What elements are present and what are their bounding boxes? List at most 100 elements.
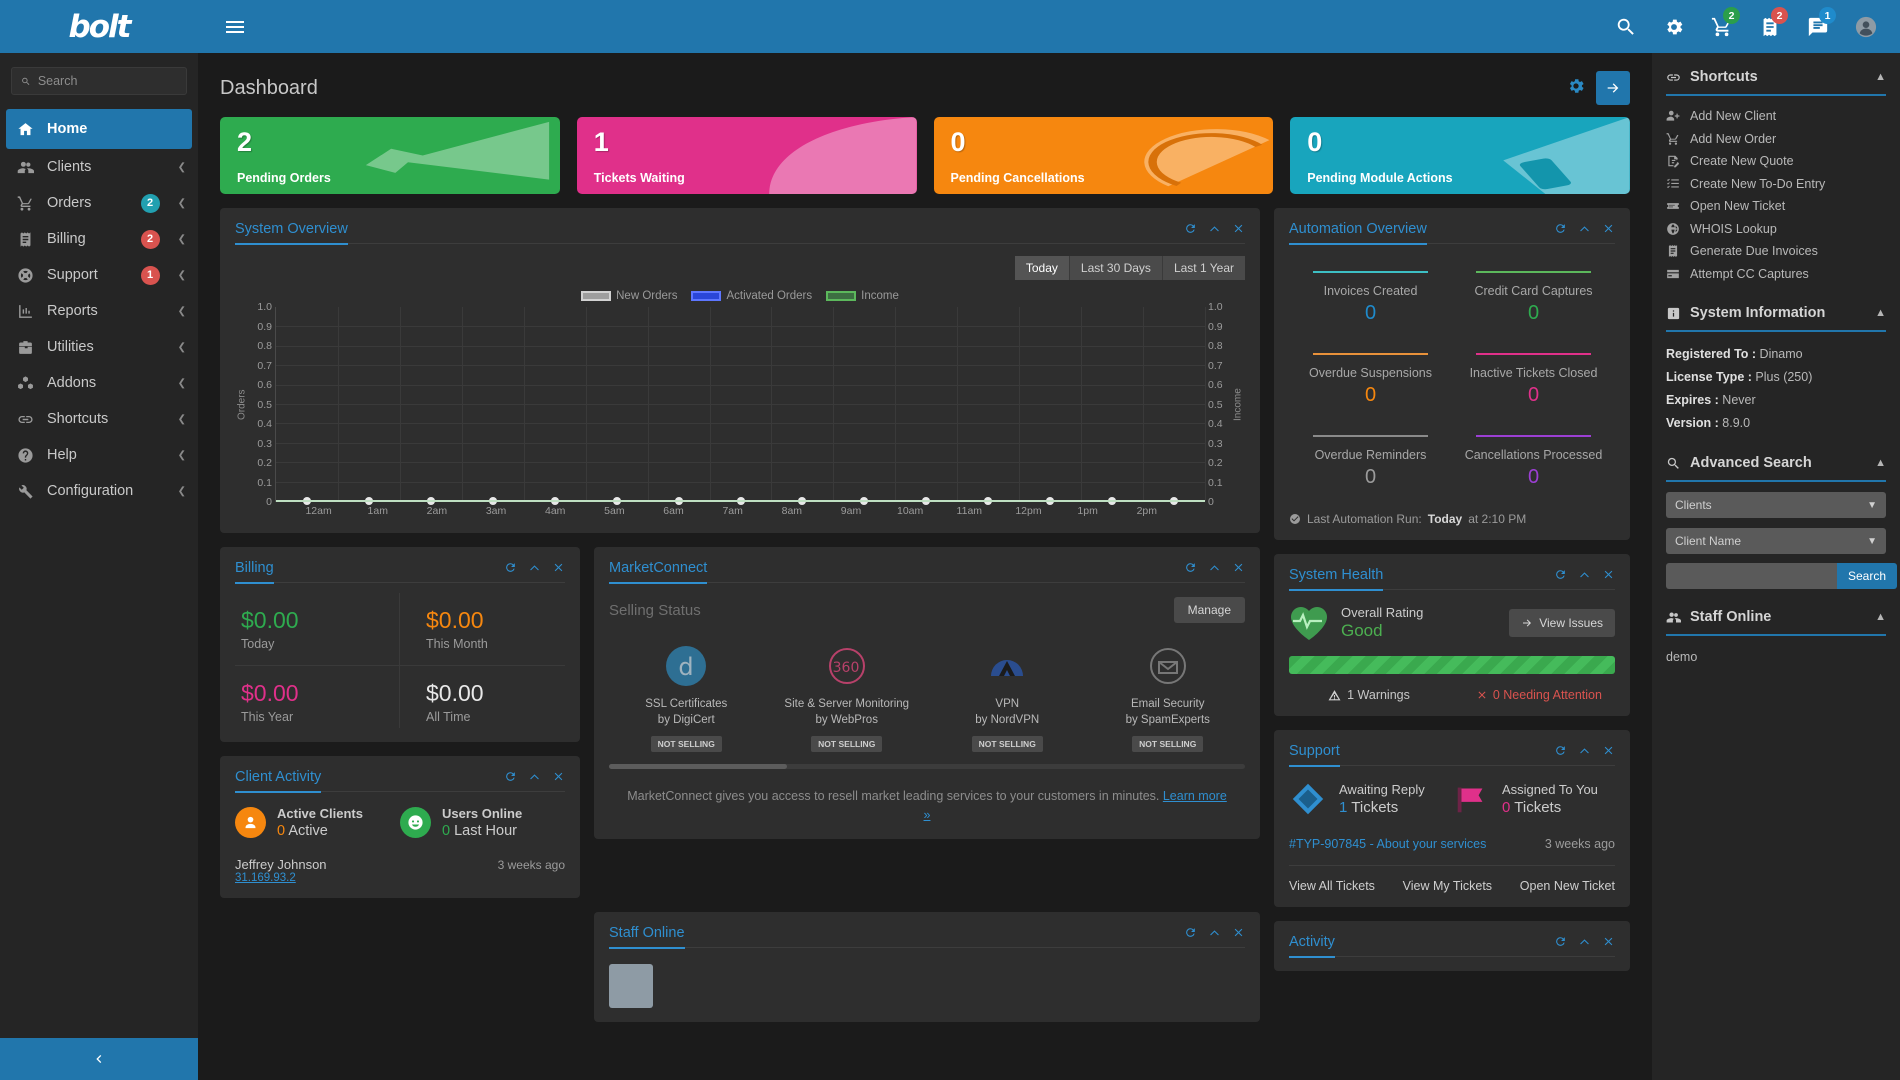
refresh-icon[interactable]: [1184, 926, 1197, 939]
shortcut-whois-lookup[interactable]: WHOIS Lookup: [1666, 218, 1886, 241]
support-label: Awaiting Reply: [1339, 782, 1425, 797]
collapse-icon[interactable]: [1208, 926, 1221, 939]
close-icon[interactable]: [1602, 744, 1615, 757]
close-icon[interactable]: [1602, 935, 1615, 948]
search-type-select[interactable]: Clients ▼: [1666, 492, 1886, 518]
view-all-tickets-link[interactable]: View All Tickets: [1289, 879, 1375, 893]
shortcut-add-new-order[interactable]: Add New Order: [1666, 128, 1886, 151]
shortcut-label: Open New Ticket: [1690, 199, 1786, 214]
stat-card-pending-module-actions[interactable]: 0 Pending Module Actions: [1290, 117, 1630, 194]
shortcut-create-new-quote[interactable]: Create New Quote: [1666, 150, 1886, 173]
refresh-icon[interactable]: [1554, 222, 1567, 235]
chevron-up-icon[interactable]: ▲: [1875, 457, 1886, 469]
collapse-icon[interactable]: [1208, 222, 1221, 235]
hamburger-icon[interactable]: [220, 15, 250, 39]
product-site-server-monitoring[interactable]: 360 Site & Server Monitoring by WebPros N…: [770, 641, 925, 753]
sidebar-search[interactable]: [11, 67, 187, 95]
chevron-up-icon[interactable]: ▲: [1875, 71, 1886, 83]
range-tab-last-1-year[interactable]: Last 1 Year: [1162, 256, 1245, 280]
staff-online-user[interactable]: demo: [1666, 650, 1886, 664]
collapse-icon[interactable]: [1578, 568, 1591, 581]
range-tab-today[interactable]: Today: [1014, 256, 1070, 280]
shortcut-add-new-client[interactable]: Add New Client: [1666, 105, 1886, 128]
sidebar-collapse-button[interactable]: [0, 1038, 198, 1080]
sidebar-item-shortcuts[interactable]: Shortcuts ❮: [0, 401, 198, 437]
collapse-icon[interactable]: [1578, 935, 1591, 948]
search-input[interactable]: [37, 74, 177, 88]
status-badge: NOT SELLING: [811, 736, 883, 753]
manage-button[interactable]: Manage: [1173, 597, 1245, 623]
stat-card-pending-cancellations[interactable]: 0 Pending Cancellations: [933, 117, 1274, 194]
close-icon[interactable]: [1232, 926, 1245, 939]
automation-value: 0: [1364, 466, 1377, 488]
shortcut-open-new-ticket[interactable]: Open New Ticket: [1666, 195, 1886, 218]
refresh-icon[interactable]: [1554, 568, 1567, 581]
close-icon[interactable]: [1602, 222, 1615, 235]
ticket-link[interactable]: #TYP-907845 - About your services: [1289, 837, 1486, 851]
refresh-icon[interactable]: [504, 561, 517, 574]
view-my-tickets-link[interactable]: View My Tickets: [1403, 879, 1492, 893]
stat-card-pending-orders[interactable]: 2 Pending Orders: [220, 117, 560, 194]
product-vpn[interactable]: VPN by NordVPN NOT SELLING: [930, 641, 1085, 753]
refresh-icon[interactable]: [1554, 744, 1567, 757]
info-row-version: Version : 8.9.0: [1666, 412, 1886, 435]
collapse-icon[interactable]: [528, 561, 541, 574]
automation-label: Inactive Tickets Closed: [1469, 366, 1598, 380]
sidebar-item-utilities[interactable]: Utilities ❮: [0, 329, 198, 365]
sidebar-item-billing[interactable]: Billing 2 ❮: [0, 221, 198, 257]
sidebar-item-home[interactable]: Home: [6, 109, 192, 149]
advanced-search-button[interactable]: Search: [1837, 563, 1898, 589]
sidebar-item-orders[interactable]: Orders 2 ❮: [0, 185, 198, 221]
list-item[interactable]: Jeffrey Johnson 3 weeks ago: [235, 857, 565, 872]
collapse-icon[interactable]: [1578, 744, 1591, 757]
collapse-icon[interactable]: [1578, 222, 1591, 235]
sidebar-item-clients[interactable]: Clients ❮: [0, 149, 198, 185]
client-ip[interactable]: 31.169.93.2: [235, 872, 565, 884]
close-icon[interactable]: [552, 561, 565, 574]
search-field-select[interactable]: Client Name ▼: [1666, 528, 1886, 554]
search-icon[interactable]: [1604, 0, 1648, 53]
sidebar-item-addons[interactable]: Addons ❮: [0, 365, 198, 401]
advanced-search-input[interactable]: [1666, 563, 1837, 589]
shortcut-attempt-cc-captures[interactable]: Attempt CC Captures: [1666, 263, 1886, 286]
refresh-icon[interactable]: [1184, 222, 1197, 235]
chevron-up-icon[interactable]: ▲: [1875, 611, 1886, 623]
support-icon[interactable]: 1: [1796, 0, 1840, 53]
cart-icon[interactable]: 2: [1700, 0, 1744, 53]
range-tab-last-30-days[interactable]: Last 30 Days: [1069, 256, 1163, 280]
close-icon[interactable]: [1602, 568, 1615, 581]
chevron-down-icon: ▼: [1867, 499, 1877, 511]
stat-card-tickets-waiting[interactable]: 1 Tickets Waiting: [576, 117, 917, 194]
dashboard-settings-button[interactable]: [1566, 76, 1586, 101]
health-progress-bar: [1289, 656, 1615, 674]
cart-badge: 2: [1723, 7, 1740, 24]
view-issues-button[interactable]: View Issues: [1509, 608, 1615, 637]
product-ssl-certificates[interactable]: d SSL Certificates by DigiCert NOT SELLIN…: [609, 641, 764, 753]
shortcut-generate-due-invoices[interactable]: Generate Due Invoices: [1666, 240, 1886, 263]
chevron-up-icon[interactable]: ▲: [1875, 307, 1886, 319]
product-email-security[interactable]: Email Security by SpamExperts NOT SELLING: [1091, 641, 1246, 753]
avatar[interactable]: [1844, 0, 1888, 53]
gear-icon[interactable]: [1652, 0, 1696, 53]
automation-label: Credit Card Captures: [1474, 284, 1593, 298]
close-icon[interactable]: [552, 770, 565, 783]
sidebar-item-configuration[interactable]: Configuration ❮: [0, 473, 198, 509]
refresh-icon[interactable]: [504, 770, 517, 783]
app-logo[interactable]: bolt: [0, 9, 198, 45]
collapse-icon[interactable]: [528, 770, 541, 783]
open-new-ticket-link[interactable]: Open New Ticket: [1520, 879, 1615, 893]
sidebar-item-reports[interactable]: Reports ❮: [0, 293, 198, 329]
expand-panel-button[interactable]: [1596, 71, 1630, 105]
marketconnect-scrollbar[interactable]: [609, 764, 1245, 770]
invoice-icon[interactable]: 2: [1748, 0, 1792, 53]
shortcut-create-new-todo[interactable]: Create New To-Do Entry: [1666, 173, 1886, 196]
close-icon[interactable]: [1232, 561, 1245, 574]
section-shortcuts: Shortcuts ▲ Add New Client Add New Order…: [1666, 69, 1886, 285]
automation-invoices-created: Invoices Created 0: [1289, 256, 1452, 338]
sidebar-item-support[interactable]: Support 1 ❮: [0, 257, 198, 293]
sidebar-item-help[interactable]: Help ❮: [0, 437, 198, 473]
refresh-icon[interactable]: [1554, 935, 1567, 948]
refresh-icon[interactable]: [1184, 561, 1197, 574]
collapse-icon[interactable]: [1208, 561, 1221, 574]
close-icon[interactable]: [1232, 222, 1245, 235]
